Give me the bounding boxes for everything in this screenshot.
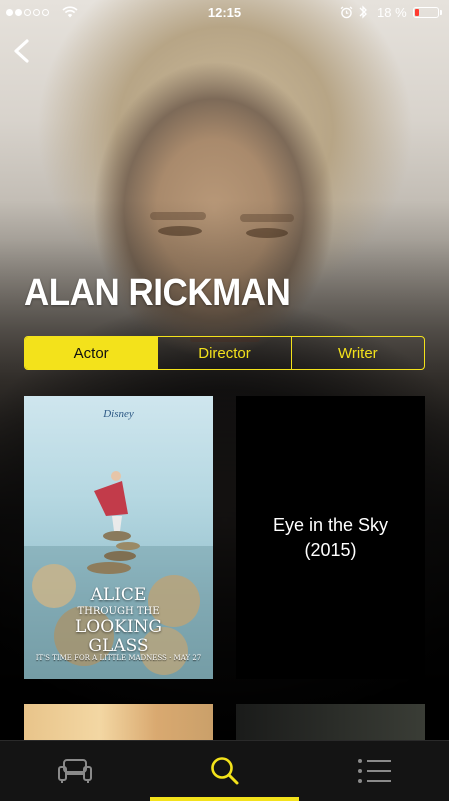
poster-title: ALICE THROUGH THE LOOKING GLASS	[24, 586, 213, 656]
couch-icon	[58, 759, 92, 783]
role-segmented-control: Actor Director Writer	[24, 336, 425, 370]
battery-level	[415, 9, 419, 16]
tab-home[interactable]	[0, 741, 150, 801]
poster-title-line: LOOKING	[74, 617, 163, 637]
movie-card-eye-in-the-sky[interactable]: Eye in the Sky (2015)	[236, 396, 425, 679]
poster-tagline: IT'S TIME FOR A LITTLE MADNESS · MAY 27	[35, 654, 202, 662]
poster-title-line: ALICE	[90, 585, 147, 605]
alarm-icon	[340, 6, 353, 19]
tab-lists[interactable]	[300, 741, 449, 801]
active-tab-indicator	[150, 797, 299, 801]
back-button[interactable]	[8, 36, 36, 66]
person-name: ALAN RICKMAN	[24, 272, 291, 314]
movie-card-alice[interactable]: Disney ALICE THROUGH THE LOOKING GLASS I…	[24, 396, 213, 679]
tab-director[interactable]: Director	[157, 337, 290, 369]
movie-title: Eye in the Sky (2015)	[273, 513, 388, 563]
movie-title-text: Eye in the Sky	[272, 514, 389, 535]
tab-writer[interactable]: Writer	[290, 337, 424, 369]
movie-card[interactable]	[24, 704, 213, 744]
status-bar: 12:15 18 %	[0, 0, 449, 26]
movie-year: (2015)	[304, 539, 357, 560]
battery-icon	[413, 7, 439, 18]
tab-search[interactable]	[150, 741, 300, 801]
battery-tip	[440, 10, 442, 15]
bluetooth-icon	[359, 5, 367, 19]
chevron-left-icon	[14, 39, 29, 63]
search-icon	[211, 757, 239, 785]
tab-actor[interactable]: Actor	[25, 337, 158, 369]
bottom-tab-bar	[0, 740, 449, 801]
battery-percent: 18 %	[377, 5, 407, 20]
list-icon	[358, 759, 391, 783]
movie-card[interactable]	[236, 704, 425, 744]
